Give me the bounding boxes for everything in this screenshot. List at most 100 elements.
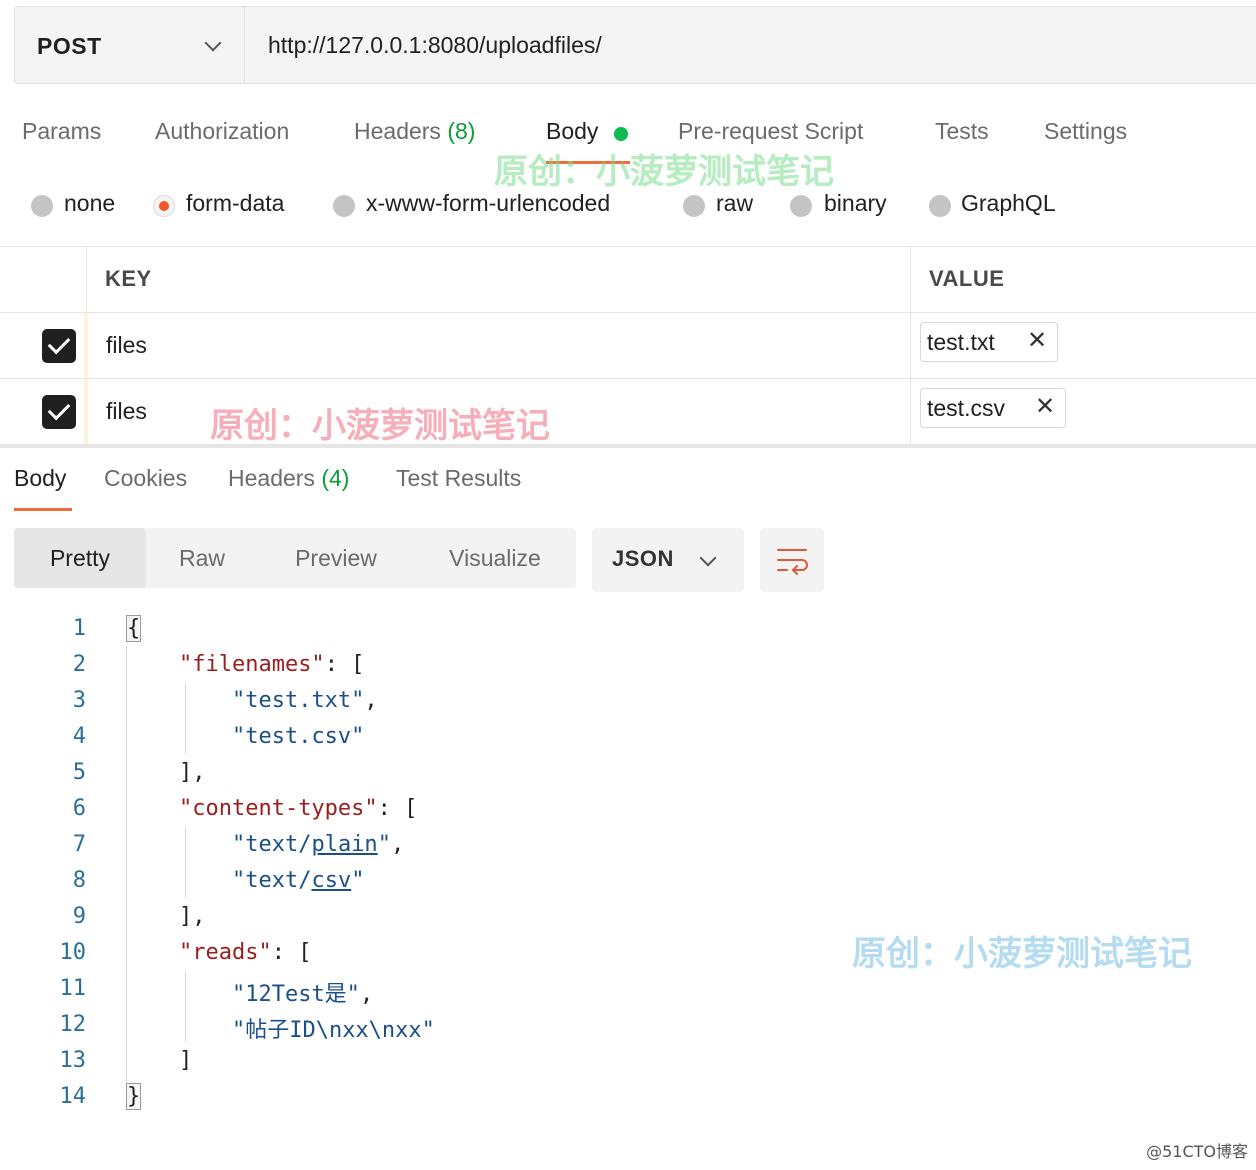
code-line: } [126, 1083, 142, 1110]
code-line: "帖子ID\nxx\nxx" [126, 1012, 435, 1044]
row-accent [84, 313, 88, 378]
tab-params[interactable]: Params [22, 118, 101, 145]
radio-binary[interactable] [790, 195, 812, 217]
json-key: "reads" [178, 940, 272, 965]
tab-body[interactable]: Body [546, 118, 598, 145]
wrap-lines-icon [777, 549, 808, 575]
line-number: 7 [72, 832, 86, 857]
json-string: "test.csv" [231, 724, 365, 749]
method-select[interactable]: POST [15, 7, 245, 83]
url-input[interactable] [246, 7, 1246, 83]
line-number: 6 [72, 796, 86, 821]
radio-raw[interactable] [683, 195, 705, 217]
json-string: "test.txt" [231, 688, 365, 713]
json-string: "12Test是" [231, 982, 360, 1007]
line-number: 11 [59, 976, 87, 1001]
wrap-lines-button[interactable] [760, 528, 824, 592]
code-line: "content-types": [ [178, 796, 418, 821]
json-key: "filenames" [178, 652, 325, 677]
watermark-middle: 原创：小菠萝测试笔记 [210, 406, 550, 446]
watermark-right: 原创：小菠萝测试笔记 [852, 934, 1192, 974]
code-line: ] [126, 1048, 193, 1073]
radio-none[interactable] [31, 195, 53, 217]
view-visualize[interactable]: Visualize [432, 528, 558, 588]
radio-label-form-data[interactable]: form-data [186, 190, 284, 217]
remove-file-icon[interactable]: ✕ [1035, 393, 1055, 421]
headers-count: (8) [447, 118, 476, 144]
language-select[interactable]: JSON [592, 528, 744, 592]
matched-brace: } [126, 1083, 142, 1110]
response-tab-test-results[interactable]: Test Results [396, 465, 521, 492]
method-label: POST [37, 33, 102, 59]
radio-label-binary[interactable]: binary [824, 190, 887, 217]
radio-label-x-www-form-urlencoded[interactable]: x-www-form-urlencoded [366, 190, 610, 217]
tab-tests[interactable]: Tests [935, 118, 989, 145]
radio-form-data[interactable] [153, 195, 175, 217]
radio-graphql[interactable] [929, 195, 951, 217]
tab-authorization[interactable]: Authorization [155, 118, 289, 145]
response-tab-headers[interactable]: Headers (4) [228, 465, 349, 492]
table-border-top [0, 246, 1256, 247]
code-line: { [126, 615, 142, 642]
radio-label-raw[interactable]: raw [716, 190, 753, 217]
panel-divider[interactable] [0, 444, 1256, 448]
line-number: 9 [72, 904, 86, 929]
view-raw[interactable]: Raw [160, 528, 244, 588]
code-line: "12Test是", [231, 982, 374, 1007]
column-header-value: VALUE [929, 266, 1005, 291]
code-line: ], [126, 904, 206, 929]
line-number: 5 [72, 760, 86, 785]
line-number: 14 [59, 1084, 87, 1109]
view-preview[interactable]: Preview [280, 528, 392, 588]
response-headers-count: (4) [321, 465, 350, 491]
code-line: "test.csv" [126, 724, 364, 749]
line-number: 2 [72, 652, 86, 677]
view-mode-toggle: Pretty Raw Preview Visualize [14, 528, 576, 588]
request-bar: POST [14, 6, 1256, 84]
code-line: "filenames": [ [178, 652, 365, 677]
code-line: ], [126, 760, 206, 785]
tab-settings[interactable]: Settings [1044, 118, 1127, 145]
key-cell[interactable]: files [106, 332, 147, 359]
radio-x-www-form-urlencoded[interactable] [333, 195, 355, 217]
json-key: "content-types" [178, 796, 378, 821]
row-checkbox[interactable] [42, 329, 76, 363]
code-line: "text/plain", [231, 832, 405, 857]
remove-file-icon[interactable]: ✕ [1027, 327, 1047, 355]
chevron-down-icon [699, 549, 717, 567]
response-tab-body-underline [14, 508, 72, 511]
response-tab-body[interactable]: Body [14, 465, 66, 492]
code-line: "test.txt", [231, 688, 378, 713]
line-number: 3 [72, 688, 86, 713]
file-name: test.txt [927, 329, 995, 355]
code-line: "text/csv" [126, 868, 364, 893]
table-border-header [0, 312, 1256, 313]
column-header-key: KEY [105, 266, 152, 291]
json-link[interactable]: plain [311, 832, 377, 857]
table-border-row [0, 378, 1256, 379]
radio-label-graphql[interactable]: GraphQL [961, 190, 1056, 217]
language-label: JSON [612, 546, 674, 571]
json-string: "text/csv" [231, 868, 365, 893]
view-pretty[interactable]: Pretty [14, 528, 146, 588]
row-checkbox[interactable] [42, 395, 76, 429]
line-number: 13 [59, 1048, 87, 1073]
file-chip: test.csv ✕ [920, 388, 1066, 428]
line-number: 12 [59, 1012, 87, 1037]
matched-brace: { [126, 615, 142, 642]
corner-watermark: @51CTO博客 [1146, 1142, 1248, 1161]
response-tab-cookies[interactable]: Cookies [104, 465, 187, 492]
line-number: 10 [59, 940, 87, 965]
row-accent [84, 379, 88, 444]
watermark-top: 原创：小菠萝测试笔记 [494, 152, 834, 192]
radio-label-none[interactable]: none [64, 190, 115, 217]
tab-headers[interactable]: Headers (8) [354, 118, 475, 145]
line-number: 4 [72, 724, 86, 749]
file-name: test.csv [927, 395, 1005, 421]
tab-pre-request-script[interactable]: Pre-request Script [678, 118, 863, 145]
file-chip: test.txt ✕ [920, 322, 1058, 362]
key-cell[interactable]: files [106, 398, 147, 425]
json-link[interactable]: csv [311, 868, 351, 893]
body-active-dot [614, 127, 628, 141]
line-number: 1 [72, 616, 86, 641]
